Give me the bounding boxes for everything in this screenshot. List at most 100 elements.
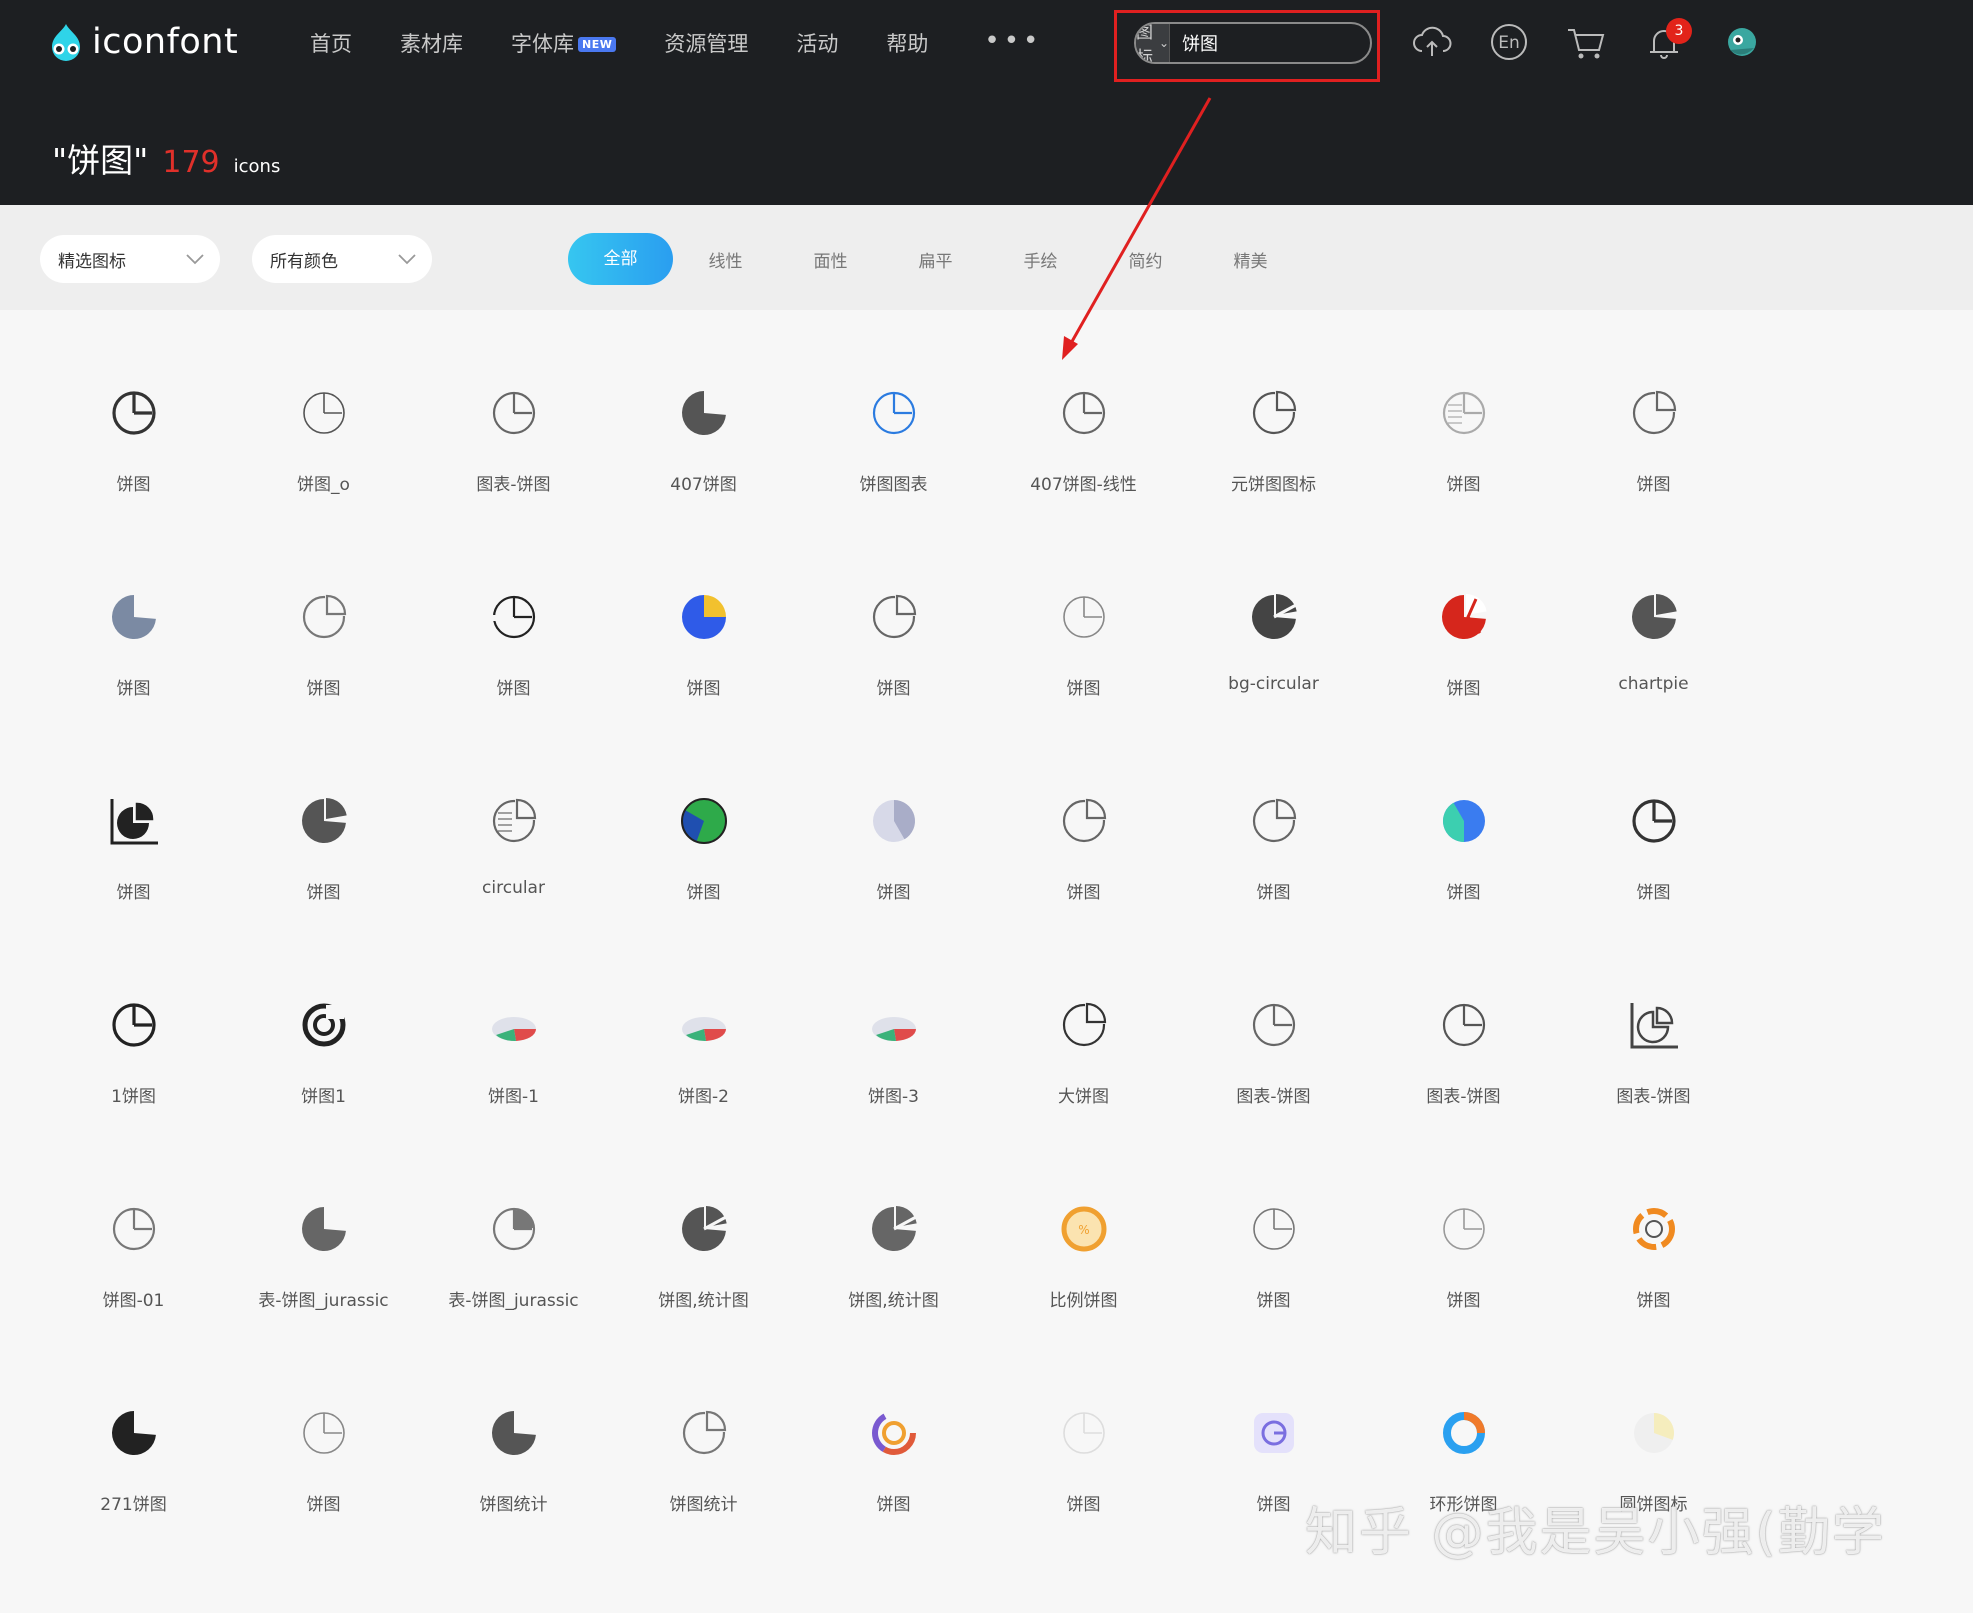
icon-card[interactable]: 407饼图-线性 — [988, 310, 1179, 514]
avatar[interactable] — [1720, 20, 1764, 64]
tab-exquisite[interactable]: 精美 — [1198, 247, 1303, 272]
search-highlight-box — [1114, 10, 1380, 82]
icon-card[interactable]: 饼图 — [988, 718, 1179, 922]
pie-exploded-outline-icon — [682, 1408, 731, 1455]
color-dropdown[interactable]: 所有颜色 — [252, 235, 432, 283]
icon-card[interactable]: 饼图 — [1178, 718, 1369, 922]
pie-faint-outline-icon — [1063, 1412, 1105, 1454]
pie-purple-box-icon — [1254, 1413, 1294, 1453]
icon-card[interactable]: 饼图,统计图 — [608, 1126, 799, 1330]
icon-card[interactable]: 饼图1 — [228, 922, 419, 1126]
icon-label: 饼图图表 — [859, 475, 928, 495]
icon-card[interactable]: 图表-饼图 — [418, 310, 609, 514]
icon-card[interactable]: 表-饼图_jurassic — [418, 1126, 609, 1330]
pie-filled-icon — [112, 1411, 156, 1455]
icon-label: 饼图 — [1636, 475, 1671, 495]
icon-card[interactable]: 饼图 — [1368, 1126, 1559, 1330]
icon-card[interactable]: 图表-饼图 — [1558, 922, 1749, 1126]
icon-card[interactable]: 饼图_o — [228, 310, 419, 514]
icon-card[interactable]: 饼图 — [228, 514, 419, 718]
nav-fonts[interactable]: 字体库 NEW — [511, 28, 617, 58]
pie-exploded-outline-small-icon — [1252, 796, 1301, 843]
icon-card[interactable]: 饼图 — [798, 514, 989, 718]
icon-card[interactable]: 407饼图 — [608, 310, 799, 514]
iconfont-logo[interactable]: iconfont — [44, 20, 238, 64]
main-nav: 首页 素材库 字体库 NEW 资源管理 活动 帮助 ••• — [310, 26, 1042, 58]
icon-card[interactable]: 饼图 — [798, 1330, 989, 1534]
icon-card[interactable]: 饼图 — [1368, 718, 1559, 922]
cart-icon[interactable] — [1564, 20, 1608, 64]
pie-split-filled-icon — [682, 1206, 727, 1251]
pie-exploded-outline-icon — [1062, 1000, 1111, 1047]
icon-card[interactable]: 饼图 — [608, 718, 799, 922]
nav-home[interactable]: 首页 — [310, 28, 352, 58]
icon-card[interactable]: 饼图-2 — [608, 922, 799, 1126]
icon-card[interactable]: 大饼图 — [988, 922, 1179, 1126]
chevron-down-icon — [398, 254, 416, 265]
icon-card[interactable]: 元饼图图标 — [1178, 310, 1369, 514]
language-icon[interactable]: En — [1487, 20, 1531, 64]
icon-card[interactable]: 饼图 — [798, 718, 989, 922]
tab-all[interactable]: 全部 — [568, 233, 673, 285]
icon-label: 比例饼图 — [1049, 1291, 1118, 1311]
icon-card[interactable]: 饼图-01 — [38, 1126, 229, 1330]
icon-card[interactable]: 图表-饼图 — [1178, 922, 1369, 1126]
icon-card[interactable]: 饼图图表 — [798, 310, 989, 514]
more-menu-icon[interactable]: ••• — [984, 26, 1042, 56]
logo-text: iconfont — [92, 22, 239, 62]
color-dropdown-label: 所有颜色 — [270, 251, 338, 272]
icon-card[interactable]: 饼图 — [228, 718, 419, 922]
icon-card[interactable]: 饼图 — [228, 1330, 419, 1534]
icon-label: 饼图-01 — [102, 1291, 165, 1311]
icon-card[interactable]: 饼图 — [1368, 514, 1559, 718]
upload-cloud-icon[interactable] — [1410, 20, 1454, 64]
icon-card[interactable]: 饼图 — [988, 1330, 1179, 1534]
result-title: "饼图" 179 icons — [52, 134, 280, 182]
tab-filled[interactable]: 面性 — [778, 247, 883, 272]
icon-card[interactable]: 饼图 — [1558, 310, 1749, 514]
featured-dropdown[interactable]: 精选图标 — [40, 235, 220, 283]
icon-card[interactable]: bg-circular — [1178, 514, 1369, 718]
icon-card[interactable]: 1饼图 — [38, 922, 229, 1126]
icon-card[interactable]: % 比例饼图 — [988, 1126, 1179, 1330]
icon-card[interactable]: 饼图统计 — [418, 1330, 609, 1534]
icon-card[interactable]: 饼图 — [1368, 310, 1559, 514]
icon-card[interactable]: 饼图 — [1558, 718, 1749, 922]
tab-simple[interactable]: 简约 — [1093, 247, 1198, 272]
tab-linear[interactable]: 线性 — [673, 247, 778, 272]
icon-label: 饼图 — [1636, 1291, 1671, 1311]
icon-card[interactable]: 饼图 — [1178, 1126, 1369, 1330]
pie-filled-icon — [302, 1207, 346, 1251]
iconfont-logo-icon — [52, 24, 80, 61]
nav-resources[interactable]: 资源管理 — [664, 28, 748, 58]
icon-card[interactable]: 271饼图 — [38, 1330, 229, 1534]
new-badge: NEW — [578, 37, 617, 52]
icon-card[interactable]: 饼图统计 — [608, 1330, 799, 1534]
icon-card[interactable]: 饼图 — [38, 514, 229, 718]
icon-card[interactable]: 饼图 — [38, 310, 229, 514]
icon-card[interactable]: circular — [418, 718, 609, 922]
pie-broken-outline-icon — [490, 595, 536, 639]
nav-activity[interactable]: 活动 — [796, 28, 838, 58]
icon-card[interactable]: 饼图-1 — [418, 922, 609, 1126]
icon-card[interactable]: 饼图 — [38, 718, 229, 922]
pie-donut-blue-orange-icon — [1443, 1412, 1485, 1454]
tab-handdrawn[interactable]: 手绘 — [988, 247, 1093, 272]
icon-card[interactable]: chartpie — [1558, 514, 1749, 718]
pie-3d-flat-icon — [492, 1017, 537, 1042]
pie-outline-thin-icon — [1443, 1208, 1485, 1250]
icon-card[interactable]: 饼图 — [418, 514, 609, 718]
icon-label: 饼图 — [876, 679, 911, 699]
icon-card[interactable]: 饼图 — [988, 514, 1179, 718]
icon-card[interactable]: 饼图-3 — [798, 922, 989, 1126]
icon-label: 饼图 — [306, 679, 341, 699]
nav-library[interactable]: 素材库 — [400, 28, 463, 58]
icon-label: 饼图-3 — [868, 1087, 919, 1107]
nav-help[interactable]: 帮助 — [886, 28, 928, 58]
tab-flat[interactable]: 扁平 — [883, 247, 988, 272]
icon-card[interactable]: 饼图 — [1558, 1126, 1749, 1330]
icon-card[interactable]: 饼图 — [608, 514, 799, 718]
icon-card[interactable]: 饼图,统计图 — [798, 1126, 989, 1330]
icon-card[interactable]: 图表-饼图 — [1368, 922, 1559, 1126]
icon-card[interactable]: 表-饼图_jurassic — [228, 1126, 419, 1330]
